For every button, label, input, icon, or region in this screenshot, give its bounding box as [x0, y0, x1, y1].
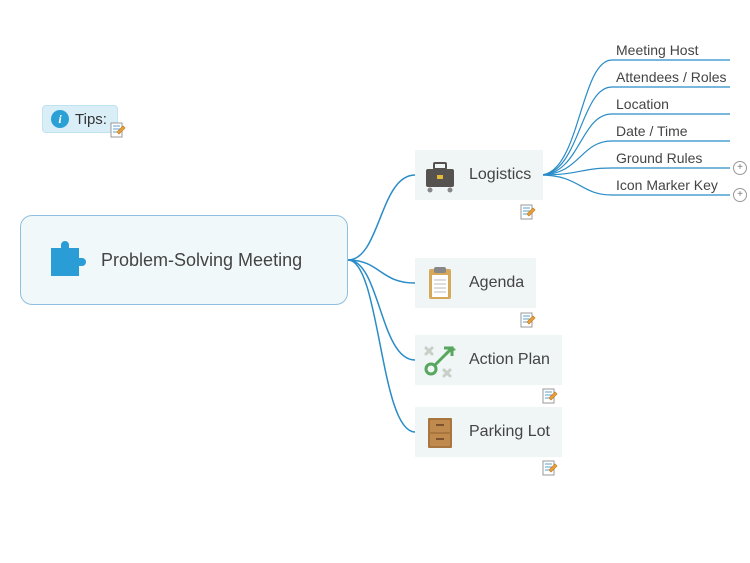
- expand-handle[interactable]: +: [733, 161, 747, 175]
- expand-handle[interactable]: +: [733, 188, 747, 202]
- note-icon[interactable]: [520, 204, 536, 220]
- logistics-label: Logistics: [465, 166, 543, 184]
- actionplan-label: Action Plan: [465, 351, 562, 369]
- note-icon[interactable]: [542, 388, 558, 404]
- leaf-attendees[interactable]: Attendees / Roles: [616, 69, 727, 85]
- node-parkinglot[interactable]: Parking Lot: [415, 407, 562, 457]
- briefcase-icon: [415, 150, 465, 200]
- puzzle-icon: [43, 238, 87, 282]
- note-icon[interactable]: [520, 312, 536, 328]
- root-title: Problem-Solving Meeting: [101, 250, 302, 271]
- leaf-meeting-host[interactable]: Meeting Host: [616, 42, 698, 58]
- node-actionplan[interactable]: Action Plan: [415, 335, 562, 385]
- node-agenda[interactable]: Agenda: [415, 258, 536, 308]
- parkinglot-label: Parking Lot: [465, 423, 562, 441]
- note-icon[interactable]: [542, 460, 558, 476]
- leaf-location[interactable]: Location: [616, 96, 669, 112]
- node-logistics[interactable]: Logistics: [415, 150, 543, 200]
- leaf-groundrules[interactable]: Ground Rules: [616, 150, 702, 166]
- clipboard-icon: [415, 258, 465, 308]
- strategy-arrow-icon: [415, 335, 465, 385]
- note-icon[interactable]: [110, 122, 126, 138]
- file-cabinet-icon: [415, 407, 465, 457]
- agenda-label: Agenda: [465, 274, 536, 292]
- info-icon: i: [51, 110, 69, 128]
- tips-node[interactable]: i Tips:: [42, 105, 118, 133]
- leaf-iconmarker[interactable]: Icon Marker Key: [616, 177, 718, 193]
- root-node[interactable]: Problem-Solving Meeting: [20, 215, 348, 305]
- tips-label: Tips:: [75, 111, 107, 128]
- leaf-datetime[interactable]: Date / Time: [616, 123, 688, 139]
- mindmap-canvas: i Tips: Problem-Solving Meeting Logistic…: [0, 0, 750, 563]
